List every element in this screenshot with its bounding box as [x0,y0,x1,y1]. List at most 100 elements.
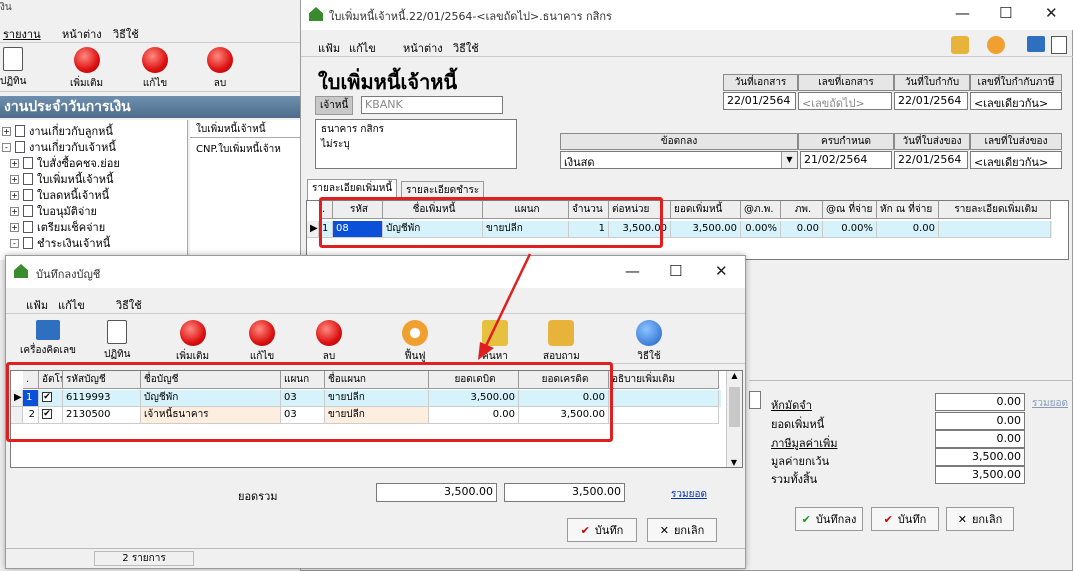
tax-invoice-header: เลขที่ใบกำกับภาษี [970,74,1062,91]
doc-icon [15,141,25,153]
invoice-date-header: วันที่ใบกำกับ [894,74,970,91]
menu-edit[interactable]: แก้ไข [349,39,376,57]
delete-button[interactable]: ลบ [316,320,342,364]
bg-calendar-button[interactable]: ปฏิทิน [0,47,27,89]
bg-delete-button[interactable]: ลบ [207,47,233,91]
invoice-date-input[interactable]: 22/01/2564 [894,92,968,110]
summary-deposit-value[interactable]: 0.00 [935,393,1025,411]
maximize-icon[interactable]: ☐ [999,4,1012,22]
up-arrow-icon [142,47,168,73]
summary-recalc-link[interactable]: รวมยอด [1032,396,1068,411]
cancel-button[interactable]: ✕ ยกเลิก [946,507,1014,531]
menu-edit[interactable]: แก้ไข [58,296,85,314]
cell-remark[interactable] [609,407,719,424]
doc-date-header: วันที่เอกสาร [723,74,798,91]
delivery-no-input[interactable]: <เลขเดียวกัน> [970,151,1062,169]
inquire-button[interactable]: สอบถาม [543,320,580,364]
calendar-button[interactable]: ปฏิทิน [104,320,131,362]
doc-icon [23,189,33,201]
refresh-icon[interactable] [987,36,1005,54]
scroll-thumb[interactable] [729,387,740,427]
save-post-button[interactable]: ✔ บันทึกลง [795,507,863,531]
cell-amount: 3,500.00 [671,221,741,238]
help-icon [636,320,662,346]
minus-icon [316,320,342,346]
grid-header-amount: ยอดเพิ่มหนี้ [671,201,741,219]
cell-remark[interactable] [939,221,1051,238]
minimize-icon[interactable]: — [625,262,640,280]
check-icon: ✔ [580,523,590,537]
doc-icon [23,237,33,249]
menu-help[interactable]: วิธีใช้ [116,296,142,314]
scroll-down-icon[interactable]: ▼ [727,458,741,467]
scroll-up-icon[interactable]: ▲ [727,371,742,385]
doc-date-input[interactable]: 22/01/2564 [723,92,796,110]
minimize-icon[interactable]: — [955,4,970,22]
total-label: ยอดรวม [238,490,278,503]
calendar-icon[interactable] [1051,36,1067,54]
cell-remark[interactable] [609,390,719,407]
doc-no-input[interactable]: <เลขถัดไป> [798,92,892,110]
tax-invoice-input[interactable]: <เลขเดียวกัน> [970,92,1062,110]
vertical-scrollbar[interactable]: ▲ ▼ [726,371,742,467]
cell-wht-rate[interactable]: 0.00% [823,221,877,238]
maximize-icon[interactable]: ☐ [669,262,682,280]
menu-file[interactable]: แฟ้ม [26,296,48,314]
app-icon [309,7,323,21]
summary-deposit-label[interactable]: หักมัดจำ [771,396,812,414]
delivery-date-header: วันที่ใบส่งของ [894,133,970,150]
minus-icon [207,47,233,73]
doc-icon [23,221,33,233]
term-select[interactable]: เงินสด ▼ [560,151,798,169]
menu-help[interactable]: วิธีใช้ [453,39,479,57]
summary-vat-value[interactable]: 0.00 [935,430,1025,448]
total-recalc-link[interactable]: รวมยอด [671,487,707,502]
up-arrow-icon [249,320,275,346]
bg-menu-help[interactable]: วิธีใช้ [113,25,139,43]
doc-icon [23,205,33,217]
add-button[interactable]: เพิ่มเติม [176,320,209,364]
bg-edit-button[interactable]: แก้ไข [142,47,168,91]
close-icon[interactable]: ✕ [715,262,728,280]
creditor-code-input[interactable]: KBANK [361,96,503,114]
delivery-date-input[interactable]: 22/01/2564 [894,151,968,169]
close-icon[interactable]: ✕ [1045,4,1058,22]
calculator-icon[interactable] [1027,36,1045,52]
main-menubar: แฟ้ม แก้ไข หน้าต่าง วิธีใช้ [301,33,1073,57]
tree-item-payment[interactable]: - ชำระเงินเจ้าหนี้ [10,234,110,252]
doc-icon [15,125,25,137]
close-icon: ✕ [659,523,669,537]
cancel-button[interactable]: ✕ ยกเลิก [647,518,717,542]
menu-file[interactable]: แฟ้ม [318,39,340,57]
bg-list: ใบเพิ่มหนี้เจ้าหนี้ CNP.ใบเพิ่มหนี้เจ้าห [190,120,300,260]
bg-menu-report[interactable]: รายงาน [3,25,41,43]
chevron-down-icon[interactable]: ▼ [781,152,797,168]
bg-add-button[interactable]: เพิ่มเติม [70,47,103,91]
help-button[interactable]: วิธีใช้ [636,320,662,364]
creditor-label: เจ้าหนี้ [315,96,354,115]
due-date-input[interactable]: 21/02/2564 [800,151,892,169]
bg-list-header: ใบเพิ่มหนี้เจ้าหนี้ [190,122,300,138]
app-icon [14,264,28,278]
plus-icon [179,320,206,346]
bg-menu-window[interactable]: หน้าต่าง [62,25,102,43]
bg-toolbar: ปฏิทิน เพิ่มเติม แก้ไข ลบ [0,42,300,92]
bg-list-item[interactable]: CNP.ใบเพิ่มหนี้เจ้าห [196,142,281,157]
calculator-button[interactable]: เครื่องคิดเลข [20,320,76,358]
delivery-no-header: เลขที่ใบส่งของ [970,133,1062,150]
grid-header-wht: หัก ณ ที่จ่าย [877,201,939,219]
restore-button[interactable]: ฟื้นฟู [402,320,428,364]
summary-vat-label[interactable]: ภาษีมูลค่าเพิ่ม [771,434,837,452]
save-button[interactable]: ✔ บันทึก [567,518,637,542]
calendar-icon [3,47,24,71]
main-title: ใบเพิ่มหนี้เจ้าหนี้.22/01/2564-<เลขถัดไป… [329,10,612,23]
due-date-header: ครบกำหนด [798,133,894,150]
menu-window[interactable]: หน้าต่าง [403,39,443,57]
cell-vat-rate[interactable]: 0.00% [741,221,781,238]
summary-debit-label: ยอดเพิ่มหนี้ [771,418,825,431]
edit-button[interactable]: แก้ไข [249,320,275,364]
phone-icon[interactable] [951,36,969,54]
status-panel: 2 รายการ [94,551,194,566]
save-button[interactable]: ✔ บันทึก [871,507,939,531]
close-icon: ✕ [957,512,967,526]
